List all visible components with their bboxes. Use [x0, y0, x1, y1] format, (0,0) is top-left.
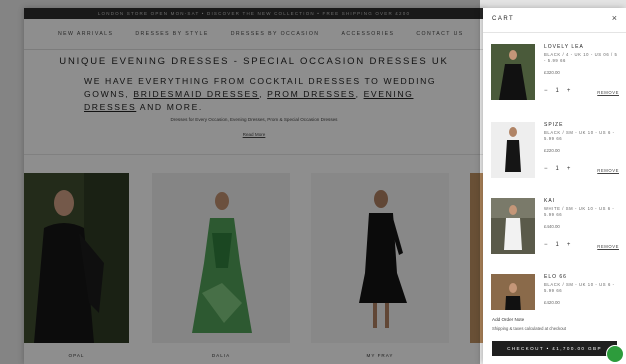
quantity-value[interactable]: 1	[556, 88, 559, 94]
cart-header: CART ×	[483, 8, 626, 33]
cart-item-image[interactable]	[491, 274, 535, 310]
cart-item-image[interactable]	[491, 122, 535, 178]
cart-item-variant: BLACK / 4 - UK 10 - US 06 / 5 - 5.99 66	[544, 52, 618, 63]
checkout-button[interactable]: CHECKOUT • £1,700.00 GBP	[492, 341, 617, 356]
add-order-note-link[interactable]: Add Order Note	[492, 317, 524, 322]
decrease-button[interactable]: −	[544, 166, 548, 172]
cart-item: ELO 66 BLACK / SM - UK 10 - US 6 - 5.99 …	[491, 274, 619, 310]
cart-item-variant: BLACK / SM - UK 10 - US 6 - 5.99 66	[544, 130, 615, 141]
cart-item-name[interactable]: LOVELY LEA	[544, 44, 584, 50]
cart-item-price: £440.00	[544, 224, 560, 229]
cart-item-name[interactable]: SPIZE	[544, 122, 563, 128]
increase-button[interactable]: +	[567, 88, 571, 94]
quantity-value[interactable]: 1	[556, 242, 559, 248]
page-dim-overlay[interactable]	[0, 0, 480, 364]
close-icon[interactable]: ×	[612, 14, 617, 23]
decrease-button[interactable]: −	[544, 242, 548, 248]
shipping-note: Shipping & taxes calculated at checkout	[492, 326, 567, 331]
increase-button[interactable]: +	[567, 242, 571, 248]
browser-window: LONDON STORE OPEN MON-SAT • DISCOVER THE…	[0, 0, 626, 364]
decrease-button[interactable]: −	[544, 88, 548, 94]
cart-drawer: CART × LOVELY LEA BLACK / 4 - UK 10 - US…	[483, 8, 626, 364]
quantity-stepper: − 1 +	[544, 242, 570, 248]
remove-button[interactable]: REMOVE	[597, 90, 619, 95]
quantity-value[interactable]: 1	[556, 166, 559, 172]
whatsapp-chat-icon[interactable]	[606, 345, 624, 363]
cart-item: SPIZE BLACK / SM - UK 10 - US 6 - 5.99 6…	[491, 122, 619, 186]
cart-item-name[interactable]: ELO 66	[544, 274, 567, 280]
cart-item-name[interactable]: KAI	[544, 198, 555, 204]
cart-item-variant: BLACK / SM - UK 10 - US 6 - 5.99 66	[544, 282, 615, 293]
quantity-stepper: − 1 +	[544, 88, 570, 94]
cart-item: KAI WHITE / SM - UK 10 - US 6 - 5.99 66 …	[491, 198, 619, 262]
remove-button[interactable]: REMOVE	[597, 168, 619, 173]
cart-item-image[interactable]	[491, 44, 535, 100]
cart-item-variant: WHITE / SM - UK 10 - US 6 - 5.99 66	[544, 206, 615, 217]
cart-item-image[interactable]	[491, 198, 535, 254]
cart-title: CART	[492, 16, 515, 22]
cart-item-price: £220.00	[544, 148, 560, 153]
cart-item-price: £420.00	[544, 300, 560, 305]
quantity-stepper: − 1 +	[544, 166, 570, 172]
cart-item-price: £320.00	[544, 70, 560, 75]
cart-item: LOVELY LEA BLACK / 4 - UK 10 - US 06 / 5…	[491, 44, 619, 108]
increase-button[interactable]: +	[567, 166, 571, 172]
remove-button[interactable]: REMOVE	[597, 244, 619, 249]
